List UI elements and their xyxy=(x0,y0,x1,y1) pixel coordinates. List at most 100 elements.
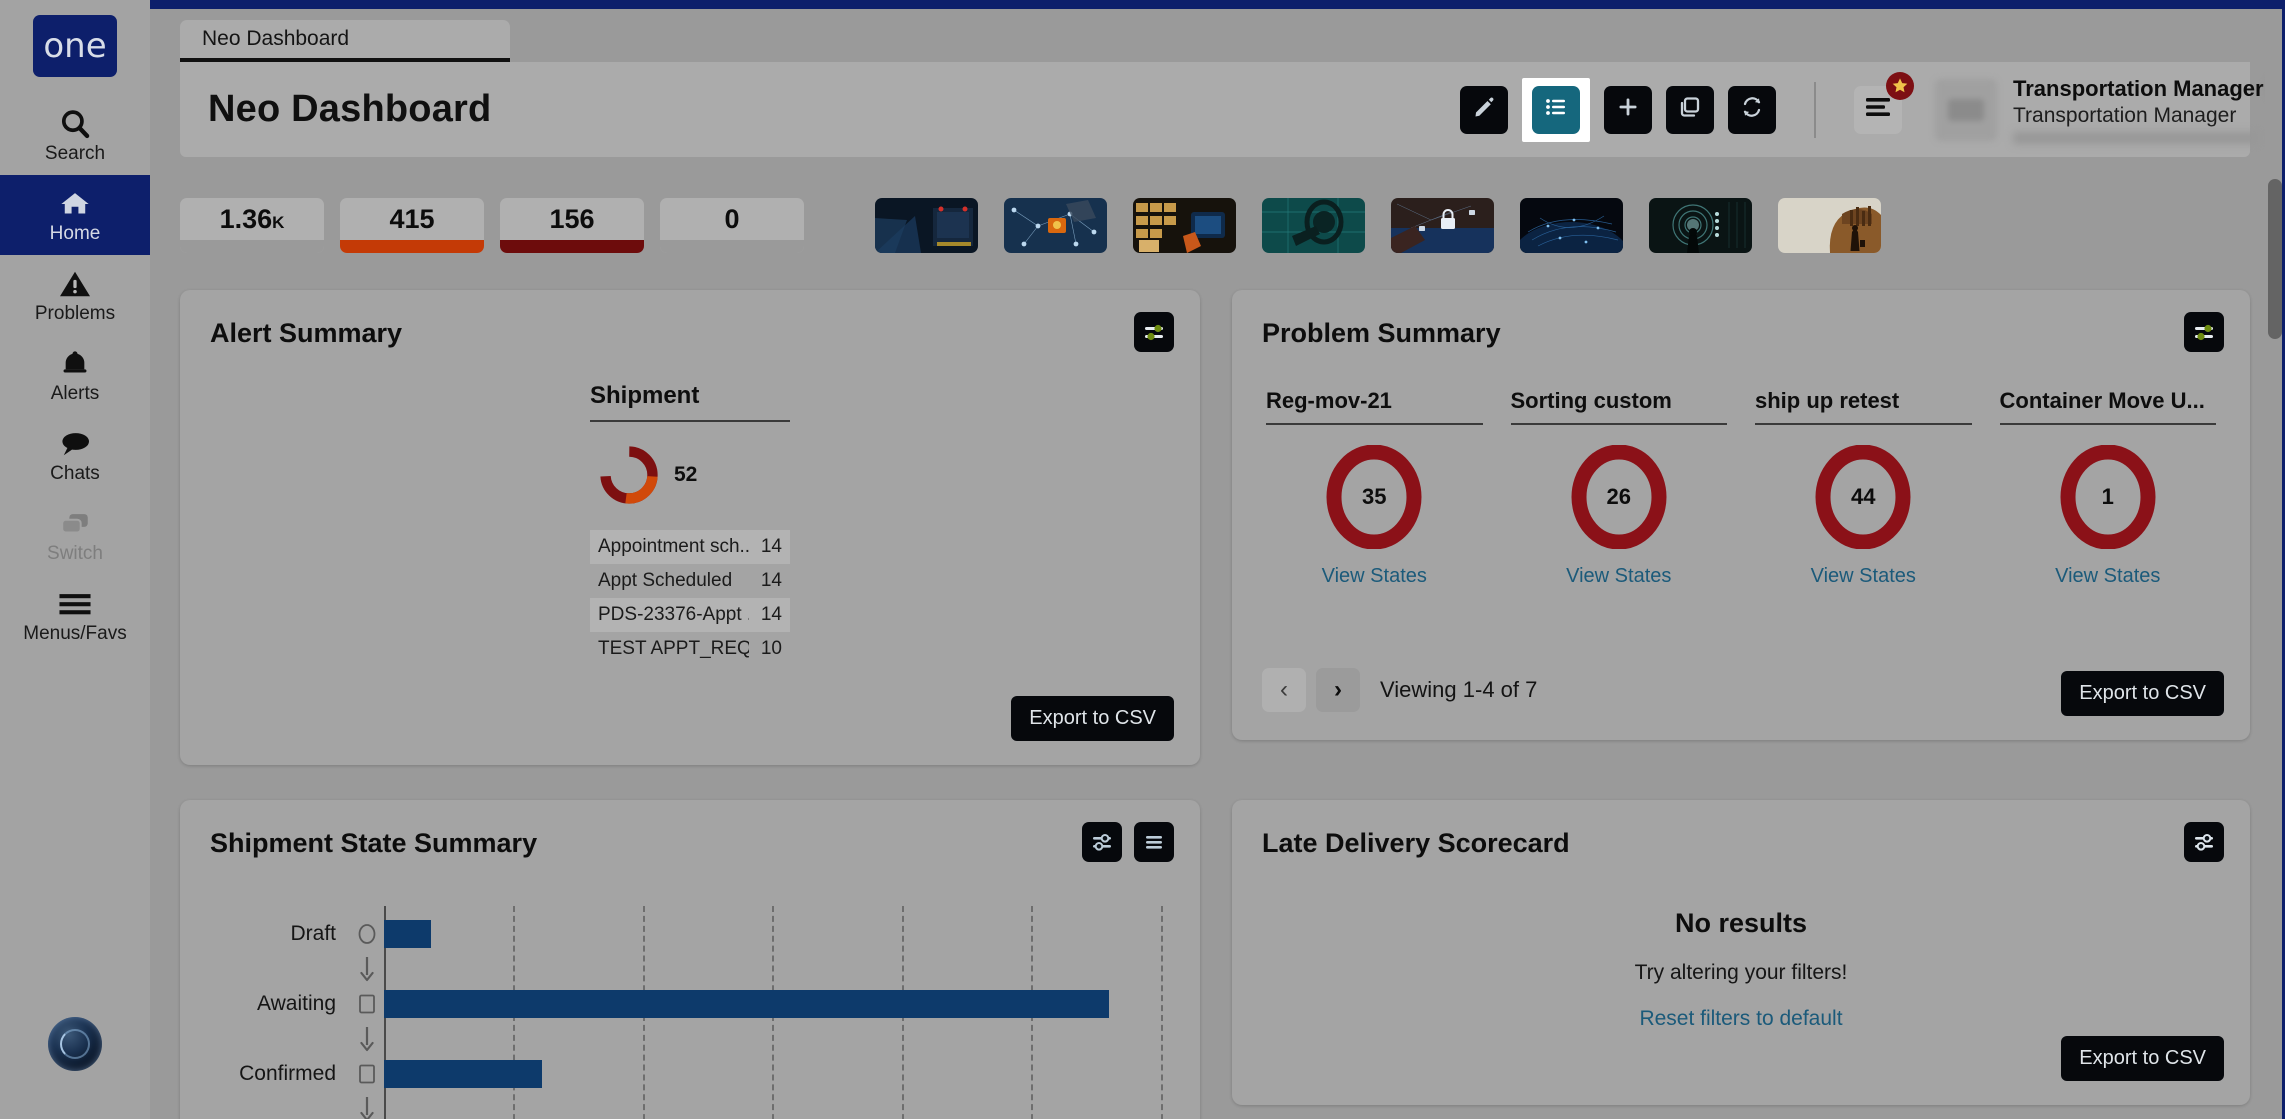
refresh-button[interactable] xyxy=(1728,86,1776,134)
next-page-button[interactable]: › xyxy=(1316,668,1360,712)
problem-summary-pager: ‹ › Viewing 1-4 of 7 xyxy=(1262,668,1537,712)
bell-icon xyxy=(59,347,91,381)
add-widget-button[interactable] xyxy=(1604,86,1652,134)
shipment-state-summary-card: Shipment State Summary Draft xyxy=(180,800,1200,1119)
bar-category-label: Awaiting xyxy=(210,992,350,1016)
sidebar-item-alerts[interactable]: Alerts xyxy=(0,335,150,415)
alert-list: Appointment sch... 14 Appt Scheduled 14 … xyxy=(590,530,790,666)
sidebar-item-menus-favs[interactable]: Menus/Favs xyxy=(0,575,150,655)
bar-track xyxy=(384,986,1172,1022)
user-profile-block[interactable]: Transportation Manager Transportation Ma… xyxy=(1935,76,2285,144)
warehouse-shelves-thumbnail[interactable] xyxy=(1133,198,1236,253)
state-square-icon xyxy=(350,993,384,1015)
brand-logo[interactable]: one xyxy=(33,15,117,77)
kpi-tile[interactable]: 0 xyxy=(660,198,804,253)
truck-tunnel-thumbnail[interactable] xyxy=(875,198,978,253)
kpi-tile[interactable]: 415 xyxy=(340,198,484,253)
problem-ring[interactable]: 44 xyxy=(1815,445,1911,549)
globe-circuit-thumbnail[interactable] xyxy=(1262,198,1365,253)
kpi-tile[interactable]: 1.36K xyxy=(180,198,324,253)
chart-bar-row[interactable]: Draft xyxy=(210,916,1172,952)
page-title: Neo Dashboard xyxy=(208,88,491,131)
world-network-thumbnail[interactable] xyxy=(1520,198,1623,253)
card-actions xyxy=(1082,822,1174,862)
kpi-value: 415 xyxy=(389,204,434,235)
tab-neo-dashboard[interactable]: Neo Dashboard xyxy=(180,20,510,62)
sidebar-item-chats[interactable]: Chats xyxy=(0,415,150,495)
chart-bar-rows: Draft Awaiting xyxy=(210,916,1172,1119)
list-item[interactable]: Appointment sch... 14 xyxy=(590,530,790,564)
alert-column-header: Shipment xyxy=(590,382,790,422)
sidebar-item-problems[interactable]: Problems xyxy=(0,255,150,335)
chart-bar-row[interactable]: Awaiting xyxy=(210,986,1172,1022)
alert-summary-donut[interactable]: 52 xyxy=(590,444,790,506)
alert-count: 10 xyxy=(749,638,782,660)
list-item[interactable]: PDS-23376-Appt ... 14 xyxy=(590,598,790,632)
pencil-icon xyxy=(1472,95,1496,124)
sidebar-item-search[interactable]: Search xyxy=(0,95,150,175)
list-view-button[interactable] xyxy=(1532,86,1580,134)
previous-page-button[interactable]: ‹ xyxy=(1262,668,1306,712)
tab-bar: Neo Dashboard xyxy=(150,20,2285,62)
globe-inner-ring xyxy=(60,1029,90,1059)
filter-sliders-icon-button[interactable] xyxy=(2184,822,2224,862)
card-title: Late Delivery Scorecard xyxy=(1262,828,1570,859)
empty-state: No results Try altering your filters! Re… xyxy=(1232,908,2250,1031)
export-to-csv-button[interactable]: Export to CSV xyxy=(2061,671,2224,716)
menu-icon xyxy=(1865,97,1891,122)
header-menu-button[interactable] xyxy=(1854,86,1902,134)
view-states-link[interactable]: View States xyxy=(1322,565,1427,588)
kpi-value: 156 xyxy=(549,204,594,235)
filter-sliders-icon-button[interactable] xyxy=(1082,822,1122,862)
bar-track xyxy=(384,1056,1172,1092)
bar-category-label: Confirmed xyxy=(210,1062,350,1086)
kpi-status-bar xyxy=(340,240,484,253)
profile-silhouette-thumbnail[interactable] xyxy=(1778,198,1881,253)
export-to-csv-button[interactable]: Export to CSV xyxy=(2061,1036,2224,1081)
user-role: Transportation Manager xyxy=(2013,104,2285,128)
view-states-link[interactable]: View States xyxy=(2055,565,2160,588)
view-states-link[interactable]: View States xyxy=(1566,565,1671,588)
user-text: Transportation Manager Transportation Ma… xyxy=(2013,76,2285,144)
sidebar-item-label: Problems xyxy=(35,304,115,323)
sidebar-item-label: Chats xyxy=(50,464,100,483)
problem-value: 35 xyxy=(1326,445,1422,549)
problem-ring[interactable]: 26 xyxy=(1571,445,1667,549)
chart-bar-row[interactable]: Confirmed xyxy=(210,1056,1172,1092)
reset-filters-link[interactable]: Reset filters to default xyxy=(1639,1007,1842,1031)
problem-ring[interactable]: 1 xyxy=(2060,445,2156,549)
problem-name: Sorting custom xyxy=(1511,388,1728,425)
brand-logo-text: one xyxy=(43,26,106,66)
duplicate-button[interactable] xyxy=(1666,86,1714,134)
switch-icon xyxy=(58,507,92,541)
user-globe-avatar[interactable] xyxy=(48,1017,102,1071)
problem-value: 44 xyxy=(1815,445,1911,549)
kpi-tile[interactable]: 156 xyxy=(500,198,644,253)
alert-count: 14 xyxy=(749,570,782,592)
alert-label: Appointment sch... xyxy=(598,536,749,558)
donut-chart-svg xyxy=(598,444,660,506)
state-connector xyxy=(210,1092,1172,1119)
edit-pencil-button[interactable] xyxy=(1460,86,1508,134)
tab-label: Neo Dashboard xyxy=(202,27,349,51)
sidebar-item-switch[interactable]: Switch xyxy=(0,495,150,575)
view-states-link[interactable]: View States xyxy=(1811,565,1916,588)
security-lock-thumbnail[interactable] xyxy=(1391,198,1494,253)
list-view-button-selection-outline xyxy=(1522,78,1590,142)
vertical-scrollbar-thumb[interactable] xyxy=(2268,179,2282,339)
problem-ring[interactable]: 35 xyxy=(1326,445,1422,549)
alert-label: Appt Scheduled xyxy=(598,570,732,592)
page-header: Neo Dashboard xyxy=(180,62,2250,157)
filter-sliders-icon-button[interactable] xyxy=(2184,312,2224,352)
hamburger-icon xyxy=(58,587,92,621)
list-item[interactable]: Appt Scheduled 14 xyxy=(590,564,790,598)
bar-fill xyxy=(384,920,431,948)
sidebar-item-home[interactable]: Home xyxy=(0,175,150,255)
list-view-icon-button[interactable] xyxy=(1134,822,1174,862)
analytics-person-thumbnail[interactable] xyxy=(1649,198,1752,253)
export-to-csv-button[interactable]: Export to CSV xyxy=(1011,696,1174,741)
star-icon xyxy=(1886,72,1914,100)
filter-sliders-icon-button[interactable] xyxy=(1134,312,1174,352)
network-tablet-thumbnail[interactable] xyxy=(1004,198,1107,253)
list-item[interactable]: TEST APPT_REQ C... 10 xyxy=(590,632,790,666)
